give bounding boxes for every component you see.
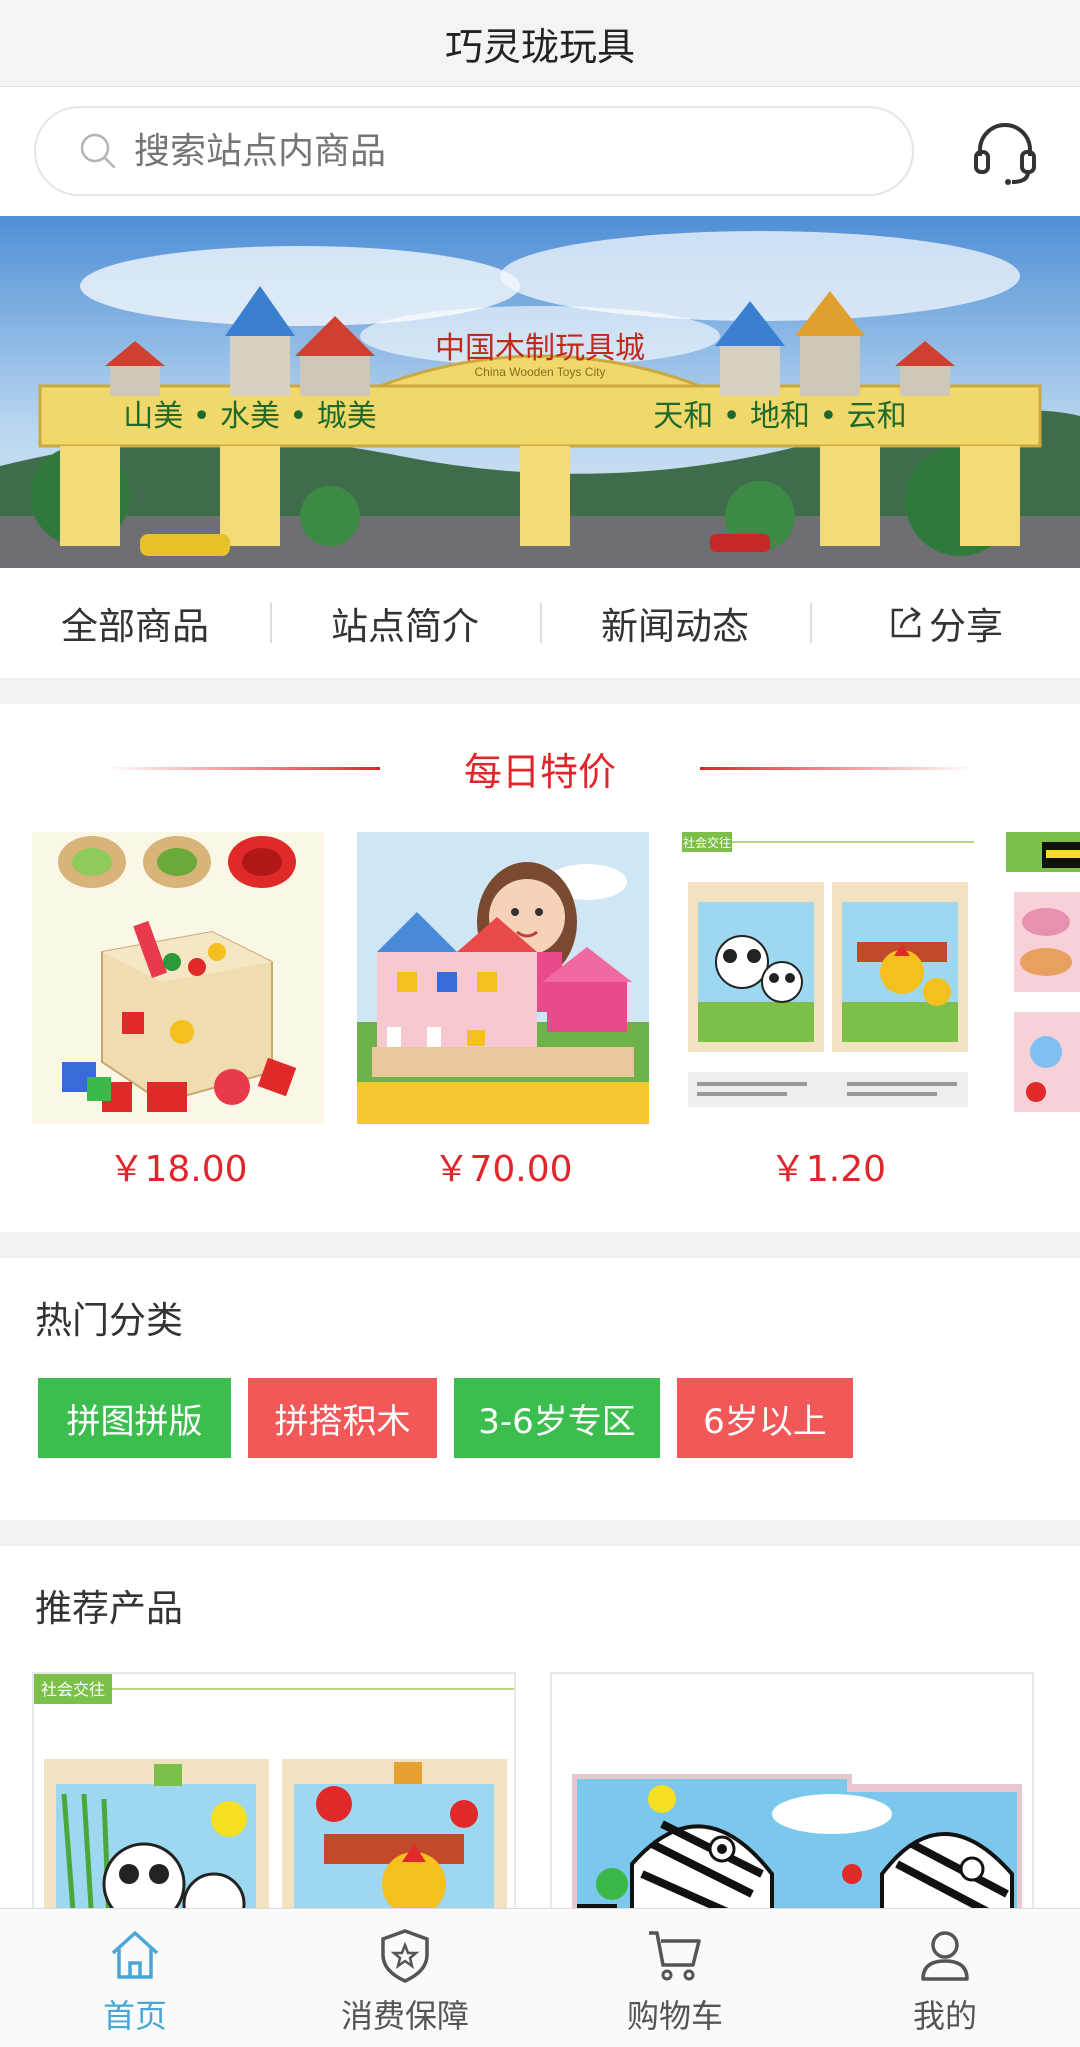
deal-card[interactable] [32,832,324,1124]
deal-price: ￥1.20 [769,1149,887,1190]
daily-deals-header: 每日特价 [0,735,1080,801]
search-icon [80,133,116,169]
shield-icon [381,1929,429,1983]
recommended-title: 推荐产品 [35,1587,183,1630]
product-image [572,1774,1022,1930]
deal-price: ￥70.00 [433,1149,573,1190]
cart-icon [649,1931,701,1981]
product-image: 社会交往 [34,1674,514,1930]
section-divider [0,1232,1080,1258]
bottom-tab-bar: 首页 消费保障 购物车 我的 [0,1908,1080,2047]
nav-all-products[interactable]: 全部商品 [0,596,270,650]
banner-carousel[interactable]: 中国木制玩具城 China Wooden Toys City 山美 • 水美 •… [0,216,1080,568]
recommended-card[interactable] [550,1672,1034,1932]
hot-categories-title: 热门分类 [35,1299,183,1342]
category-blocks-button[interactable]: 拼搭积木 [248,1378,437,1458]
nav-label: 全部商品 [61,605,209,648]
section-divider [0,678,1080,704]
tab-profile[interactable]: 我的 [810,1909,1080,2047]
banner-right-motto: 天和 • 地和 • 云和 [653,399,907,434]
app-title-bar: 巧灵珑玩具 [0,0,1080,87]
header-line-left [105,767,380,770]
tab-cart[interactable]: 购物车 [540,1909,810,2047]
tab-label: 购物车 [626,1997,723,2035]
deal-card[interactable] [357,832,649,1124]
nav-label: 站点简介 [331,605,479,648]
section-divider [0,1520,1080,1546]
product-tag: 社会交往 [683,835,731,850]
user-icon [921,1931,969,1981]
tab-label: 消费保障 [340,1997,469,2035]
deal-card-partial[interactable] [1006,832,1080,1124]
recommended-card[interactable]: 社会交往 [32,1672,516,1932]
category-6plus-button[interactable]: 6岁以上 [677,1378,853,1458]
home-icon [111,1931,159,1979]
category-puzzles-button[interactable]: 拼图拼版 [38,1378,231,1458]
banner-image: 中国木制玩具城 China Wooden Toys City 山美 • 水美 •… [0,216,1080,568]
header-line-right [700,767,975,770]
banner-sign-text: 中国木制玩具城 [435,331,645,366]
category-3-6-button[interactable]: 3-6岁专区 [454,1378,660,1458]
product-image [357,862,649,1124]
search-box[interactable] [34,106,914,196]
product-image [58,836,297,1112]
tab-guarantee[interactable]: 消费保障 [270,1909,540,2047]
product-tag: 社会交往 [41,1680,105,1699]
product-image [1006,832,1080,1112]
banner-sign-sub: China Wooden Toys City [475,365,606,379]
tab-label: 首页 [102,1997,167,2035]
deal-card[interactable]: 社会交往 [682,832,974,1124]
daily-deals-title: 每日特价 [463,749,616,794]
nav-label: 新闻动态 [601,605,749,648]
nav-site-intro[interactable]: 站点简介 [270,596,540,650]
app-title: 巧灵珑玩具 [444,24,635,69]
product-image: 社会交往 [682,832,974,1107]
share-icon [891,607,921,638]
nav-share[interactable]: 分享 [810,596,1080,650]
search-input[interactable] [132,129,856,173]
deal-price: ￥18.00 [108,1149,248,1190]
nav-label: 分享 [929,605,1003,648]
headset-icon[interactable] [970,118,1040,188]
tab-label: 我的 [912,1997,977,2035]
nav-row: 全部商品 站点简介 新闻动态 分享 [0,568,1080,678]
tab-home[interactable]: 首页 [0,1909,270,2047]
nav-news[interactable]: 新闻动态 [540,596,810,650]
banner-left-motto: 山美 • 水美 • 城美 [123,399,377,434]
